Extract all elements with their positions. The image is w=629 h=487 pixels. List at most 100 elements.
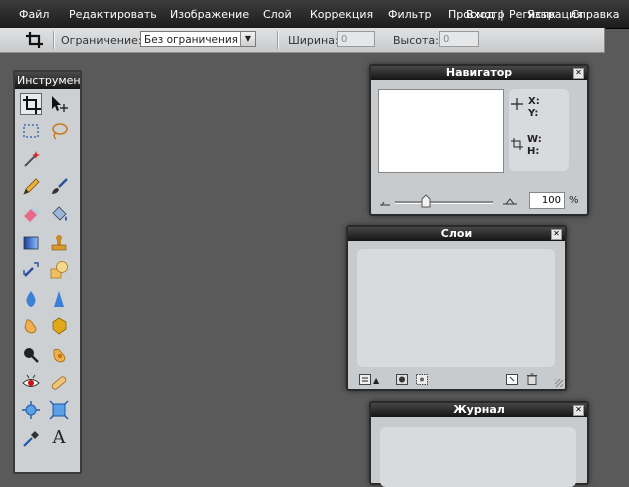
zoom-out-icon[interactable] [379,197,391,210]
options-separator [53,31,55,49]
layers-title-bar[interactable]: Слои ✕ [348,227,565,241]
height-label: Высота: [393,34,439,47]
navigator-preview[interactable] [378,89,504,173]
paint-bucket-icon [48,204,70,224]
zoom-slider-handle[interactable] [421,194,431,211]
pencil-icon [20,177,42,197]
zoom-input[interactable]: 100 [529,192,565,209]
menu-edit[interactable]: Редактировать [69,8,157,21]
shape-tool[interactable] [48,259,70,281]
gradient-icon [20,233,42,253]
marquee-tool[interactable] [20,120,42,142]
history-panel: Журнал ✕ [369,401,589,487]
sponge-icon [48,316,70,336]
register-link[interactable]: Регистрация [509,8,583,21]
layer-settings-icon[interactable] [359,374,371,385]
bloat-icon [20,400,42,420]
caret-up-icon[interactable]: ▲ [373,376,379,385]
tools-panel-title[interactable]: Инструменты [15,72,80,89]
resize-grip[interactable] [555,379,563,387]
menu-image[interactable]: Изображение [170,8,249,21]
menu-file[interactable]: Файл [19,8,49,21]
pinch-icon [48,400,70,420]
navigator-title: Навигатор [445,66,513,79]
tools-panel: Инструменты [13,70,82,474]
user-links-separator: | [500,8,504,21]
bandage-tool[interactable] [48,372,70,394]
menu-layer[interactable]: Слой [263,8,292,21]
burn-tool[interactable] [48,344,70,366]
pinch-tool[interactable] [48,399,70,421]
options-separator [277,31,279,49]
magic-wand-icon [20,149,42,169]
zoom-slider-track[interactable] [395,201,493,204]
history-title-bar[interactable]: Журнал ✕ [371,403,587,417]
width-label: Ширина: [288,34,339,47]
gradient-tool[interactable] [20,232,42,254]
crop-icon [24,30,46,50]
height-size-label: H: [527,146,540,157]
redeye-tool[interactable] [20,372,42,394]
history-list[interactable] [380,427,576,487]
close-icon[interactable]: ✕ [573,405,584,416]
layers-title: Слои [440,227,473,240]
layer-mask-icon[interactable] [396,374,408,385]
constraint-label: Ограничение: [61,34,142,47]
dodge-tool[interactable] [20,344,42,366]
color-replace-icon [20,260,42,280]
red-eye-icon [20,373,42,393]
bucket-tool[interactable] [48,203,70,225]
constraint-select[interactable]: Без ограничения ▼ [140,31,256,47]
clone-stamp-icon [48,233,70,253]
layer-style-icon[interactable] [416,374,428,385]
smudge-icon [20,316,42,336]
layers-list[interactable] [357,249,555,367]
close-icon[interactable]: ✕ [573,68,584,79]
history-title: Журнал [453,403,505,416]
type-tool[interactable]: A [48,428,70,450]
eraser-icon [20,204,42,224]
wand-tool[interactable] [20,148,42,170]
login-link[interactable]: Вход [466,8,494,21]
trash-icon[interactable] [526,373,538,385]
type-icon: A [52,427,66,448]
brush-icon [48,177,70,197]
brush-tool[interactable] [48,176,70,198]
marquee-icon [20,121,42,141]
eraser-tool[interactable] [20,203,42,225]
chevron-down-icon[interactable]: ▼ [240,32,255,46]
bandage-icon [48,373,70,393]
menu-adjustments[interactable]: Коррекция [310,8,373,21]
crop-tool[interactable] [20,93,42,115]
lasso-icon [48,121,70,141]
bloat-tool[interactable] [20,399,42,421]
stamp-tool[interactable] [48,232,70,254]
x-coordinate-label: X: [528,96,540,107]
sharpen-tool[interactable] [48,288,70,310]
menu-filter[interactable]: Фильтр [388,8,432,21]
layers-panel: Слои ✕ ▲ [346,225,567,391]
crosshair-icon [511,98,523,113]
navigator-title-bar[interactable]: Навигатор ✕ [371,66,587,80]
new-layer-icon[interactable] [506,374,518,385]
shape-icon [48,260,70,280]
blur-tool[interactable] [20,288,42,310]
move-icon [48,94,70,114]
options-bar: Ограничение: Без ограничения ▼ Ширина: 0… [0,28,605,53]
move-tool[interactable] [48,93,70,115]
smudge-tool[interactable] [20,315,42,337]
close-icon[interactable]: ✕ [551,229,562,240]
dodge-icon [20,345,42,365]
width-field[interactable]: 0 [337,31,375,47]
picker-tool[interactable] [20,428,42,450]
zoom-in-icon[interactable] [502,196,518,209]
width-size-label: W: [527,134,542,145]
lasso-tool[interactable] [48,120,70,142]
pencil-tool[interactable] [20,176,42,198]
color-replace-tool[interactable] [20,259,42,281]
blur-icon [20,289,42,309]
eyedropper-icon [20,429,42,449]
sponge-tool[interactable] [48,315,70,337]
menu-bar: Файл Редактировать Изображение Слой Корр… [0,0,629,29]
height-field[interactable]: 0 [439,31,479,47]
